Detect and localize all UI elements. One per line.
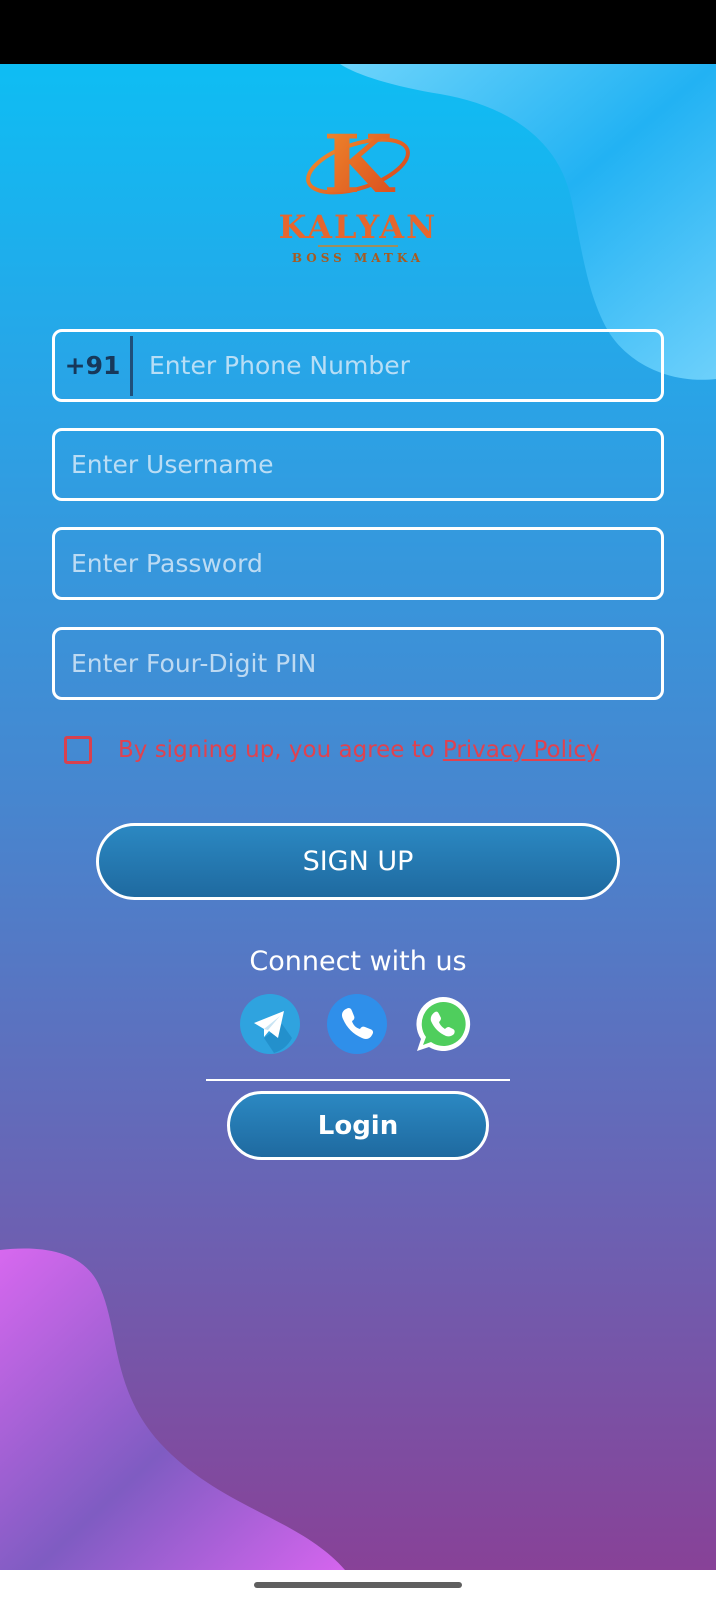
password-field: [52, 527, 664, 600]
phone-input[interactable]: [133, 332, 661, 399]
phone-field: +91: [52, 329, 664, 402]
whatsapp-icon[interactable]: [413, 994, 473, 1054]
login-button[interactable]: Login: [227, 1091, 489, 1160]
phone-icon[interactable]: [327, 994, 387, 1054]
home-gesture-handle[interactable]: [254, 1582, 462, 1588]
privacy-policy-link[interactable]: Privacy Policy: [443, 737, 600, 763]
brand-name: KALYAN: [279, 208, 438, 246]
agree-checkbox[interactable]: [64, 736, 92, 764]
username-field: [52, 428, 664, 501]
logo-letter: K: [323, 118, 395, 211]
privacy-agreement: By signing up, you agree to Privacy Poli…: [64, 736, 600, 764]
status-bar: [0, 0, 716, 64]
brand-logo: K KALYAN BOSS MATKA: [270, 117, 446, 272]
signup-button[interactable]: SIGN UP: [96, 823, 620, 900]
divider: [206, 1079, 510, 1081]
username-input[interactable]: [55, 431, 661, 498]
signup-screen: K KALYAN BOSS MATKA +91 By signing up, y…: [0, 0, 716, 1600]
logo-emblem-icon: K KALYAN BOSS MATKA: [279, 117, 438, 265]
navigation-bar: [0, 1570, 716, 1600]
pin-field: [52, 627, 664, 700]
telegram-icon[interactable]: [240, 994, 300, 1054]
bottom-left-blob: [0, 1248, 345, 1570]
agreement-text: By signing up, you agree to: [118, 737, 435, 763]
connect-heading: Connect with us: [249, 946, 467, 977]
brand-tagline: BOSS MATKA: [292, 251, 424, 265]
pin-input[interactable]: [55, 630, 661, 697]
country-code-prefix: +91: [55, 335, 133, 396]
password-input[interactable]: [55, 530, 661, 597]
